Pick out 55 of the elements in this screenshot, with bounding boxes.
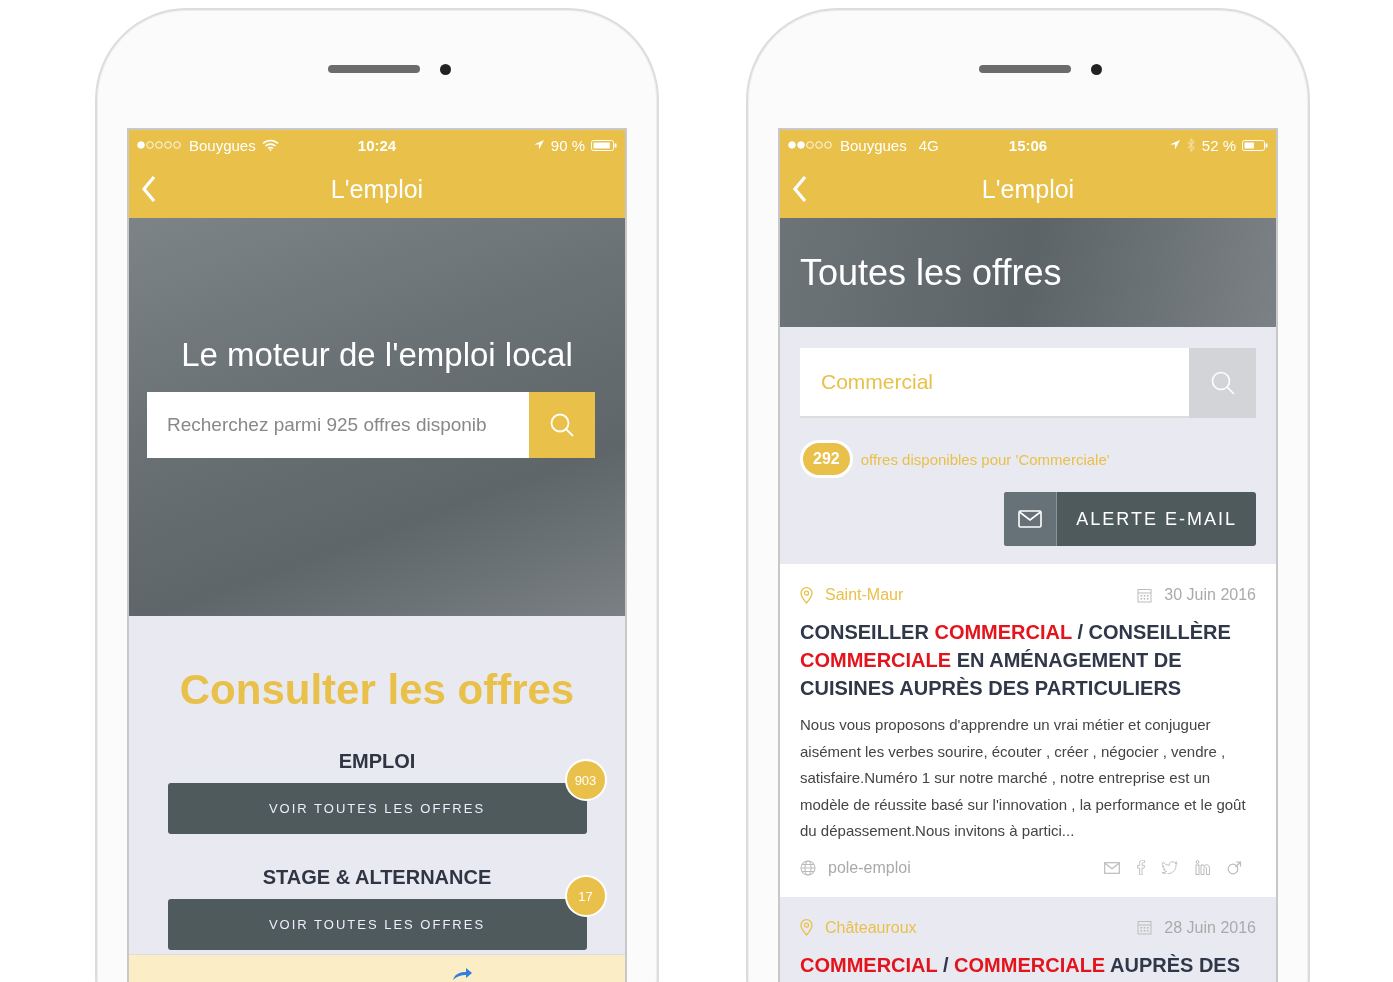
offer-date: 28 Juin 2016 [1164, 918, 1256, 937]
hero-headline: Le moteur de l'emploi local [181, 336, 573, 374]
location-arrow-icon [1168, 139, 1181, 151]
location-arrow-icon [532, 139, 545, 151]
offer-date: 30 Juin 2016 [1164, 586, 1256, 604]
network-label: 4G [918, 136, 939, 154]
count-badge: 17 [564, 875, 607, 917]
offer-location: Saint-Maur [825, 586, 904, 604]
battery-icon [591, 139, 617, 151]
battery-icon [1242, 139, 1268, 151]
pin-icon [800, 919, 813, 936]
mail-icon [1018, 510, 1043, 528]
battery-percent: 90 % [550, 136, 585, 154]
category-title: STAGE & ALTERNANCE [262, 866, 492, 889]
results-summary: offres disponibles pour 'Commerciale' [860, 450, 1110, 468]
status-time: 10:24 [357, 136, 397, 154]
section-heading: Consulter les offres [179, 666, 575, 714]
offer-location: Châteauroux [825, 918, 917, 937]
offer-card[interactable] [780, 564, 1276, 897]
offer-title: CONSEILLER COMMERCIAL / CONSEILLÈRE COMMERCIALE EN AMÉNAGEMENT DE CUISINES AUPRÈS DES PARTICULIERS [800, 620, 1232, 701]
pin-icon [800, 586, 813, 604]
facebook-icon[interactable] [1137, 860, 1145, 875]
calendar-icon [1137, 587, 1153, 603]
offer-title: COMMERCIAL / COMMERCIALE AUPRÈS DES [800, 952, 1242, 978]
linkedin-icon[interactable] [1195, 860, 1210, 875]
search-button[interactable] [1189, 348, 1256, 418]
screen-title: L'emploi [981, 174, 1075, 204]
signal-icon [137, 141, 183, 149]
search-icon [549, 412, 575, 438]
search-icon [1209, 370, 1236, 396]
search-field[interactable]: Recherchez parmi 925 offres disponib [147, 392, 529, 458]
back-icon[interactable] [141, 175, 157, 203]
share-icon[interactable] [1227, 860, 1242, 875]
signal-icon [788, 141, 834, 149]
offer-description: Nous vous proposons d'apprendre un vrai métier et conjuguer aisément les verbes sourire, écouter , créer , négocier , vendre , satisfaire.Numéro 1 sur notre marché , notre entreprise est un modèle de réussite basé sur l'innovation , la performance et le goût du dépassement.Nous invitons à partici... [800, 715, 1247, 841]
bird-icon[interactable] [1162, 861, 1178, 874]
count-badge: 903 [564, 759, 607, 801]
email-alert-button[interactable]: ALERTE E-MAIL [1004, 492, 1256, 546]
carrier-name: Bouygues [840, 136, 907, 154]
hero-headline: Toutes les offres [800, 251, 1062, 294]
count-badge: 292 [800, 440, 853, 478]
status-time: 15:06 [1008, 136, 1048, 154]
back-icon[interactable] [792, 175, 808, 203]
screen-title: L'emploi [330, 174, 424, 204]
camera-dot [439, 63, 451, 75]
globe-icon [800, 859, 816, 876]
battery-percent: 52 % [1201, 136, 1236, 154]
category-title: EMPLOI [338, 750, 416, 773]
search-button[interactable] [529, 392, 595, 458]
calendar-icon [1137, 920, 1153, 935]
mail-icon[interactable] [1104, 861, 1120, 874]
arrow-icon[interactable] [451, 967, 473, 981]
offer-source: pole-emploi [828, 858, 911, 877]
camera-dot [1090, 63, 1102, 75]
carrier-name: Bouygues [189, 136, 256, 154]
